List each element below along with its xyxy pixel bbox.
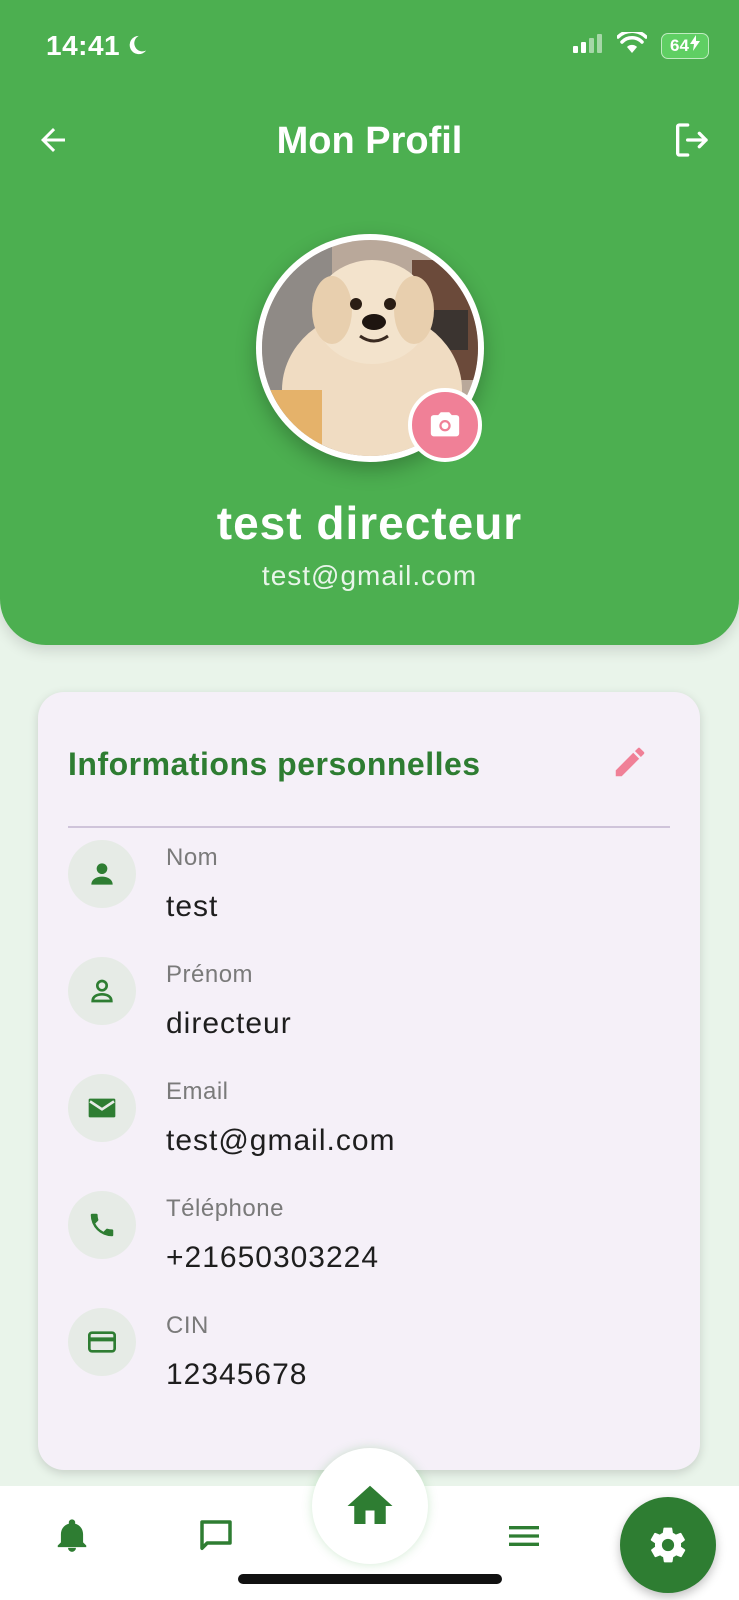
person-icon	[68, 840, 136, 908]
profile-header: 14:41 64 Mon Profil test directeur test@…	[0, 0, 739, 645]
gear-icon	[650, 1527, 686, 1563]
status-time: 14:41	[46, 30, 121, 61]
page-title: Mon Profil	[276, 120, 463, 162]
moon-icon	[126, 34, 148, 61]
card-divider	[68, 826, 670, 828]
email-icon	[68, 1074, 136, 1142]
nav-messages[interactable]	[186, 1506, 246, 1566]
logout-button[interactable]	[666, 115, 716, 165]
home-indicator	[238, 1574, 502, 1584]
card-title: Informations personnelles	[68, 746, 481, 782]
info-row-cin: CIN 12345678	[68, 1308, 668, 1408]
nav-notifications[interactable]	[42, 1506, 102, 1566]
user-email: test@gmail.com	[261, 560, 478, 591]
info-row-nom: Nom test	[68, 840, 668, 940]
change-photo-button[interactable]	[408, 388, 482, 462]
charging-icon	[689, 35, 700, 56]
pencil-icon	[615, 747, 645, 777]
battery-level: 64	[670, 35, 689, 55]
info-value: directeur	[166, 1007, 292, 1040]
menu-icon	[509, 1526, 539, 1546]
camera-icon	[430, 412, 460, 437]
settings-button[interactable]	[620, 1497, 716, 1593]
info-row-prenom: Prénom directeur	[68, 957, 668, 1057]
info-value: test@gmail.com	[166, 1124, 396, 1157]
edit-button[interactable]	[600, 732, 660, 792]
wifi-icon	[616, 29, 648, 59]
signal-icon	[573, 33, 603, 58]
status-right: 64	[573, 29, 709, 59]
info-row-telephone: Téléphone +21650303224	[68, 1191, 668, 1291]
chat-icon	[200, 1520, 232, 1550]
bell-icon	[57, 1519, 87, 1552]
home-button[interactable]	[312, 1448, 428, 1564]
home-icon	[347, 1485, 393, 1524]
phone-icon	[68, 1191, 136, 1259]
info-value: +21650303224	[166, 1241, 380, 1274]
personal-info-card: Informations personnelles Nom test Préno…	[38, 692, 700, 1470]
card-icon	[68, 1308, 136, 1376]
logout-icon	[676, 123, 708, 157]
info-value: 12345678	[166, 1358, 308, 1391]
battery-indicator: 64	[661, 32, 709, 59]
info-label: CIN	[166, 1312, 209, 1339]
info-row-email: Email test@gmail.com	[68, 1074, 668, 1174]
user-name: test directeur	[216, 497, 523, 549]
info-label: Téléphone	[166, 1195, 284, 1222]
info-value: test	[166, 890, 219, 923]
info-label: Nom	[166, 844, 219, 871]
nav-menu[interactable]	[494, 1506, 554, 1566]
info-label: Prénom	[166, 961, 254, 988]
info-label: Email	[166, 1078, 229, 1105]
person-outline-icon	[68, 957, 136, 1025]
